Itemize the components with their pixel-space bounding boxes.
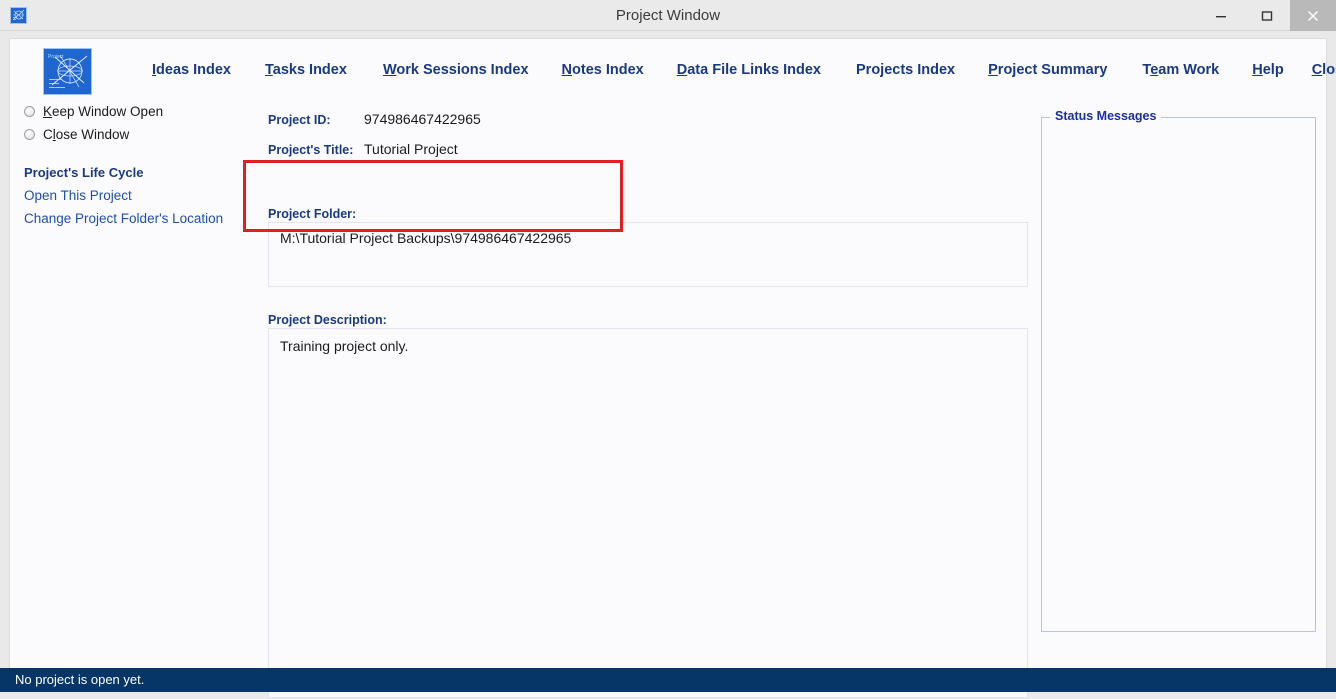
app-logo: Project <box>43 48 92 95</box>
sidebar-link-open-this-project[interactable]: Open This Project <box>24 188 259 203</box>
status-bar-message: No project is open yet. <box>15 672 145 687</box>
project-id-row: Project ID: 974986467422965 <box>268 111 481 127</box>
menu-item-help[interactable]: Help <box>1252 62 1283 78</box>
radio-button-icon[interactable] <box>24 129 35 140</box>
sidebar-link-list: Open This Project Change Project Folder's… <box>24 188 259 226</box>
sidebar-link-change-project-folder-s-location[interactable]: Change Project Folder's Location <box>24 211 259 226</box>
radio-close-window[interactable]: Close Window <box>24 124 259 145</box>
project-id-label: Project ID: <box>268 113 331 127</box>
menu-item-work-sessions-index[interactable]: Work Sessions Index <box>383 62 529 78</box>
menu-item-data-file-links-index[interactable]: Data File Links Index <box>677 62 821 78</box>
window-mode-radio-group: Keep Window Open Close Window <box>24 101 259 145</box>
close-button[interactable] <box>1290 0 1336 31</box>
status-messages-legend: Status Messages <box>1050 109 1162 123</box>
menu-item-tasks-index[interactable]: Tasks Index <box>265 62 347 78</box>
project-description-value: Training project only. <box>280 338 409 354</box>
menu-item-ideas-index[interactable]: Ideas Index <box>152 62 231 78</box>
client-area: Project Ideas Index Tasks Index Work Sessi… <box>9 38 1336 698</box>
radio-label: Keep Window Open <box>43 104 164 119</box>
radio-keep-window-open[interactable]: Keep Window Open <box>24 101 259 122</box>
status-messages-box[interactable] <box>1041 117 1316 632</box>
main-menu: Ideas Index Tasks Index Work Sessions Inde… <box>120 39 1336 101</box>
menu-item-project-summary[interactable]: Project Summary <box>988 62 1107 78</box>
project-title-value: Tutorial Project <box>364 141 458 157</box>
maximize-button[interactable] <box>1244 0 1290 31</box>
minimize-button[interactable] <box>1198 0 1244 31</box>
project-id-value: 974986467422965 <box>364 111 481 127</box>
menu-item-close-program[interactable]: Close Program <box>1312 62 1336 78</box>
project-folder-label: Project Folder: <box>268 207 357 221</box>
status-bar: No project is open yet. <box>0 668 1336 692</box>
menu-item-projects-index[interactable]: Projects Index <box>856 62 955 78</box>
sidebar-section-heading: Project's Life Cycle <box>24 165 144 180</box>
title-bar: Project Window <box>0 0 1336 31</box>
project-folder-value: M:\Tutorial Project Backups\974986467422… <box>280 230 572 246</box>
project-window: Project Window Project Ideas Index Tasks… <box>0 0 1336 699</box>
app-header: Project Ideas Index Tasks Index Work Sessi… <box>10 39 1336 101</box>
sidebar: Keep Window Open Close Window Project's L… <box>24 101 259 226</box>
status-messages-panel: Status Messages <box>1041 109 1316 632</box>
svg-text:Project: Project <box>48 54 64 60</box>
project-description-field[interactable]: Training project only. <box>268 328 1028 698</box>
project-folder-field[interactable]: M:\Tutorial Project Backups\974986467422… <box>268 222 1028 287</box>
window-title: Project Window <box>615 7 721 24</box>
menu-item-team-work[interactable]: Team Work <box>1142 62 1219 78</box>
project-title-label: Project's Title: <box>268 143 354 157</box>
project-description-label: Project Description: <box>268 313 387 327</box>
project-title-row: Project's Title: Tutorial Project <box>268 141 458 157</box>
radio-label: Close Window <box>43 127 130 142</box>
menu-item-notes-index[interactable]: Notes Index <box>562 62 644 78</box>
radio-button-icon[interactable] <box>24 106 35 117</box>
